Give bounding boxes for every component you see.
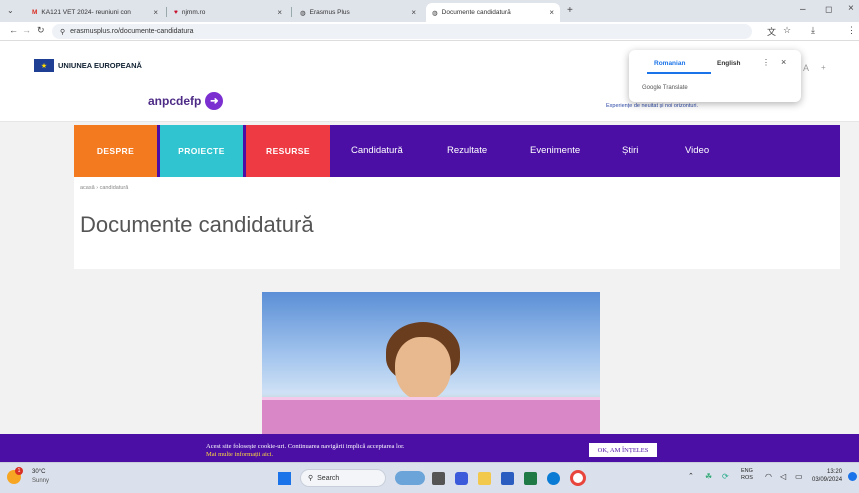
forward-icon[interactable]: → [22, 25, 31, 35]
page-title: Documente candidatură [80, 212, 314, 237]
tab-strip: ⌄ M KA121 VET 2024- reuniuni con × ♥ njm… [0, 0, 859, 22]
cookie-text: Acest site folosește cookie-uri. Continu… [206, 443, 405, 450]
nav-rezultate[interactable]: Rezultate [447, 145, 487, 156]
tab-search-icon[interactable]: ⌄ [7, 6, 14, 15]
menu-icon[interactable]: ⋮ [847, 25, 856, 36]
translate-close-icon[interactable]: × [781, 57, 786, 67]
file-explorer-icon[interactable] [478, 472, 491, 485]
cookie-more-info-link[interactable]: Mai multe informații aici. [206, 451, 405, 459]
url-text: erasmusplus.ro/documente-candidatura [70, 28, 194, 35]
notification-icon[interactable] [848, 472, 857, 481]
minimize-icon[interactable]: – [800, 4, 806, 15]
search-icon: ⚲ [308, 475, 314, 482]
tab-njmm[interactable]: ♥ njmm.ro × [168, 3, 288, 22]
site-logo[interactable]: anpcdefp ➜ [148, 92, 224, 110]
tab-title: KA121 VET 2024- reuniuni con [41, 9, 131, 16]
chat-icon[interactable] [455, 472, 468, 485]
maximize-icon[interactable]: ◻ [825, 4, 832, 15]
download-icon[interactable]: ⤓ [811, 25, 815, 36]
close-icon[interactable]: × [277, 8, 282, 17]
cookie-banner [0, 434, 859, 462]
tray-app-icon[interactable]: ☘ [705, 472, 712, 481]
chrome-icon[interactable] [570, 470, 586, 486]
translate-target-lang[interactable]: English [717, 60, 740, 67]
close-icon[interactable]: × [411, 8, 416, 17]
clock[interactable]: 13:20 03/09/2024 [812, 468, 842, 484]
close-icon[interactable]: × [549, 8, 554, 17]
heart-icon: ♥ [174, 9, 178, 16]
nav-despre[interactable]: DESPRE [74, 125, 157, 177]
nav-candidatura[interactable]: Candidatură [351, 145, 403, 156]
excel-icon[interactable] [524, 472, 537, 485]
logo-arrow-icon: ➜ [205, 92, 224, 110]
tab-documente[interactable]: ◍ Documente candidatură × [426, 3, 560, 22]
tray-chevron-icon[interactable]: ⌃ [688, 472, 694, 480]
logo-text: anpcdefp [148, 94, 202, 108]
battery-icon[interactable]: ▭ [795, 472, 803, 481]
lang-code: ENG [741, 468, 753, 474]
taskbar-search[interactable]: ⚲ Search [300, 469, 386, 487]
nav-stiri[interactable]: Știri [622, 145, 638, 156]
eu-label: UNIUNEA EUROPEANĂ [58, 61, 142, 70]
nav-resurse[interactable]: RESURSE [246, 125, 330, 177]
window-close-icon[interactable]: × [848, 3, 854, 14]
weather-temp[interactable]: 30°C [32, 469, 45, 475]
taskbar-landscape-icon[interactable] [395, 471, 425, 485]
start-icon[interactable] [278, 472, 291, 485]
keyboard-code: ROS [741, 475, 753, 481]
globe-icon: ◍ [300, 9, 306, 17]
weather-badge: 1 [15, 467, 23, 475]
tab-erasmus[interactable]: ◍ Erasmus Plus × [294, 3, 422, 22]
cookie-message: Acest site folosește cookie-uri. Continu… [206, 443, 405, 459]
word-icon[interactable] [501, 472, 514, 485]
translate-label: Google Translate [642, 85, 688, 91]
gmail-icon: M [32, 9, 38, 16]
eu-flag-icon: ★ [34, 59, 54, 72]
translate-source-lang[interactable]: Romanian [654, 60, 685, 67]
close-icon[interactable]: × [153, 8, 158, 17]
windows-taskbar: 1 30°C Sunny ⚲ Search ⌃ ☘ ⟳ ENG ROS ◠ ◁ ▭… [0, 462, 859, 493]
new-tab-button[interactable]: + [567, 5, 573, 16]
address-bar[interactable]: ⚲ erasmusplus.ro/documente-candidatura [52, 24, 752, 39]
translate-icon[interactable]: 文 [767, 25, 776, 38]
page-plus: + [821, 63, 826, 72]
breadcrumb[interactable]: acasă › candidatură [80, 185, 128, 191]
translate-popup: Romanian English ⋮ × Google Translate [629, 50, 801, 102]
reload-icon[interactable]: ↻ [37, 25, 45, 36]
language-indicator[interactable]: ENG ROS [741, 468, 753, 482]
globe-icon: ◍ [432, 9, 438, 17]
translate-options-icon[interactable]: ⋮ [762, 58, 770, 67]
page-letter: A [803, 63, 810, 73]
hero-image-book [262, 397, 600, 434]
weather-desc: Sunny [32, 478, 50, 484]
clock-time: 13:20 [827, 469, 843, 475]
edge-icon[interactable] [547, 472, 560, 485]
tab-title: njmm.ro [181, 9, 206, 16]
task-view-icon[interactable] [432, 472, 445, 485]
wifi-icon[interactable]: ◠ [765, 472, 772, 481]
taskbar-search-label: Search [317, 474, 340, 482]
tagline: Experiențe de neuitat și noi orizonturi. [606, 103, 699, 109]
nav-evenimente[interactable]: Evenimente [530, 145, 580, 156]
tab-title: Erasmus Plus [309, 9, 350, 16]
clock-date: 03/09/2024 [812, 477, 843, 483]
volume-icon[interactable]: ◁ [780, 472, 786, 481]
nav-proiecte[interactable]: PROIECTE [160, 125, 243, 177]
nav-video[interactable]: Video [685, 145, 709, 156]
main-nav: DESPRE PROIECTE RESURSE Candidatură Rezu… [74, 125, 840, 177]
tray-sync-icon[interactable]: ⟳ [722, 472, 729, 481]
tab-title: Documente candidatură [441, 9, 511, 16]
hero-image-face [395, 337, 451, 401]
bookmark-icon[interactable]: ☆ [783, 25, 791, 36]
translate-active-underline [647, 72, 711, 74]
browser-toolbar: ← → ↻ ⚲ erasmusplus.ro/documente-candida… [0, 22, 859, 59]
site-info-icon[interactable]: ⚲ [60, 28, 65, 36]
cookie-accept-button[interactable]: OK, AM ÎNȚELES [589, 443, 657, 457]
tab-gmail[interactable]: M KA121 VET 2024- reuniuni con × [26, 3, 164, 22]
back-icon[interactable]: ← [9, 25, 18, 35]
